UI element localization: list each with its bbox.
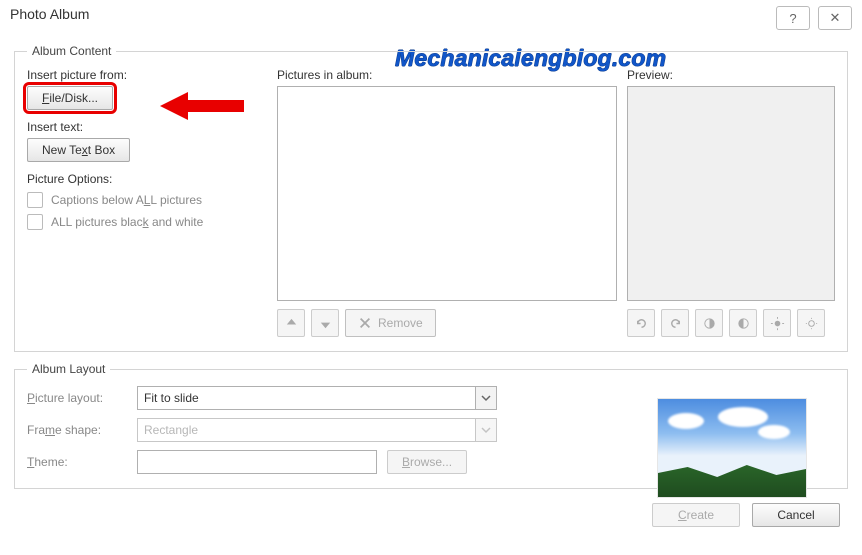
move-up-button[interactable]	[277, 309, 305, 337]
file-disk-button-rest: ile/Disk...	[49, 91, 98, 105]
preview-box	[627, 86, 835, 301]
picture-layout-label: Picture layout:	[27, 391, 137, 405]
contrast-down-icon	[736, 316, 751, 331]
x-icon	[358, 316, 372, 330]
help-button[interactable]: ?	[776, 6, 810, 30]
remove-button-label: Remove	[378, 316, 423, 330]
picture-options-label: Picture Options:	[27, 172, 267, 186]
remove-button[interactable]: Remove	[345, 309, 436, 337]
rotate-right-button[interactable]	[661, 309, 689, 337]
cancel-button[interactable]: Cancel	[752, 503, 840, 527]
brightness-down-button[interactable]	[797, 309, 825, 337]
insert-text-label: Insert text:	[27, 120, 267, 134]
create-button[interactable]: Create	[652, 503, 740, 527]
preview-label: Preview:	[627, 68, 835, 82]
insert-picture-from-label: Insert picture from:	[27, 68, 267, 82]
browse-button[interactable]: Browse...	[387, 450, 467, 474]
rotate-right-icon	[668, 316, 683, 331]
layout-preview-thumb	[657, 398, 817, 498]
frame-shape-label: Frame shape:	[27, 423, 137, 437]
picture-layout-dropdown[interactable]	[475, 386, 497, 410]
pictures-in-album-label: Pictures in album:	[277, 68, 617, 82]
new-text-box-button[interactable]: New Text Box	[27, 138, 130, 162]
frame-shape-combo[interactable]: Rectangle	[137, 418, 497, 442]
frame-shape-dropdown[interactable]	[475, 418, 497, 442]
theme-input[interactable]	[137, 450, 377, 474]
theme-label: Theme:	[27, 455, 137, 469]
rotate-left-icon	[634, 316, 649, 331]
brightness-down-icon	[804, 316, 819, 331]
dialog-title: Photo Album	[10, 6, 89, 22]
album-layout-legend: Album Layout	[27, 362, 110, 376]
contrast-down-button[interactable]	[729, 309, 757, 337]
move-down-button[interactable]	[311, 309, 339, 337]
arrow-up-icon	[284, 316, 299, 331]
picture-layout-combo[interactable]: Fit to slide	[137, 386, 497, 410]
brightness-up-icon	[770, 316, 785, 331]
captions-below-label: Captions below ALL pictures	[51, 193, 202, 207]
close-button[interactable]: ✕	[818, 6, 852, 30]
rotate-left-button[interactable]	[627, 309, 655, 337]
black-white-checkbox[interactable]	[27, 214, 43, 230]
file-disk-button[interactable]: File/Disk...	[27, 86, 113, 110]
album-layout-group: Album Layout Picture layout: Fit to slid…	[14, 362, 848, 489]
black-white-label: ALL pictures black and white	[51, 215, 203, 229]
frame-shape-value: Rectangle	[137, 418, 475, 442]
arrow-down-icon	[318, 316, 333, 331]
pictures-listbox[interactable]	[277, 86, 617, 301]
captions-below-checkbox[interactable]	[27, 192, 43, 208]
album-content-legend: Album Content	[27, 44, 116, 58]
album-content-group: Album Content Insert picture from: File/…	[14, 44, 848, 352]
brightness-up-button[interactable]	[763, 309, 791, 337]
picture-layout-value: Fit to slide	[137, 386, 475, 410]
contrast-up-icon	[702, 316, 717, 331]
chevron-down-icon	[481, 425, 491, 435]
chevron-down-icon	[481, 393, 491, 403]
contrast-up-button[interactable]	[695, 309, 723, 337]
